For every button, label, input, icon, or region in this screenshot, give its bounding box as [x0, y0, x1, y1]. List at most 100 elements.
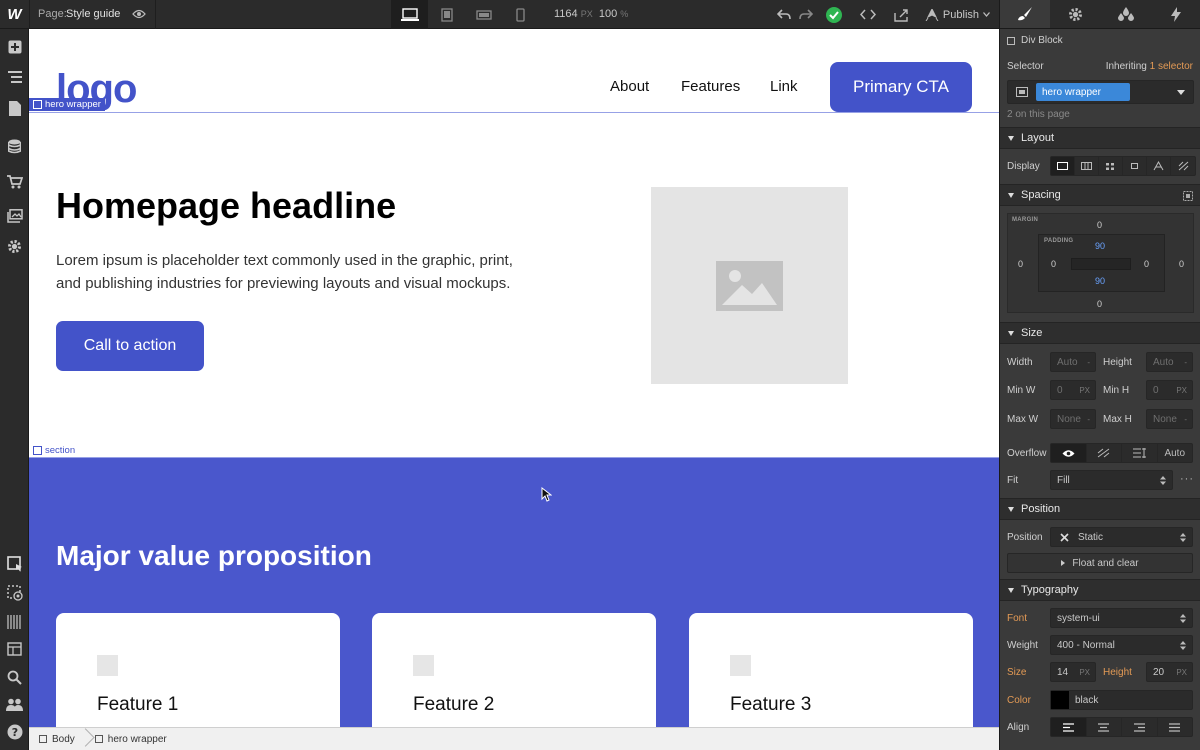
- fit-select[interactable]: Fill: [1050, 470, 1173, 490]
- spacing-section-header[interactable]: Spacing: [1000, 184, 1200, 206]
- feature-card-3[interactable]: Feature 3: [689, 613, 973, 727]
- hero-wrapper[interactable]: Homepage headline Lorem ipsum is placeho…: [29, 113, 999, 458]
- align-right-icon[interactable]: [1122, 718, 1158, 736]
- design-canvas[interactable]: logo About Features Link Primary CTA Hom…: [29, 29, 999, 727]
- margin-bottom-value[interactable]: 0: [1097, 299, 1102, 309]
- position-section-header[interactable]: Position: [1000, 498, 1200, 520]
- width-unit: PX: [580, 9, 593, 19]
- primary-cta-button[interactable]: Primary CTA: [830, 62, 972, 112]
- drops-icon[interactable]: [1101, 0, 1151, 28]
- typography-section-header[interactable]: Typography: [1000, 579, 1200, 601]
- preview-icon[interactable]: [5, 583, 24, 602]
- spacing-expand-icon[interactable]: [1183, 191, 1193, 201]
- padding-bottom-value[interactable]: 90: [1095, 276, 1105, 286]
- hero-wrapper-badge[interactable]: hero wrapper: [29, 98, 105, 111]
- code-icon[interactable]: [851, 0, 885, 29]
- caret-down-icon[interactable]: [1177, 90, 1185, 95]
- call-to-action-button[interactable]: Call to action: [56, 321, 204, 371]
- overflow-scroll-icon[interactable]: [1122, 444, 1158, 462]
- hero-image-placeholder[interactable]: [651, 187, 848, 384]
- selector-field[interactable]: hero wrapper: [1007, 80, 1194, 104]
- layout-section-header[interactable]: Layout: [1000, 127, 1200, 149]
- section-badge[interactable]: section: [29, 444, 79, 457]
- weight-select[interactable]: 400 - Normal: [1050, 635, 1193, 655]
- display-inline-icon[interactable]: [1147, 157, 1171, 175]
- size-section-header[interactable]: Size: [1000, 322, 1200, 344]
- add-panel-icon[interactable]: [5, 37, 24, 56]
- users-icon[interactable]: [5, 695, 24, 714]
- color-swatch[interactable]: [1051, 691, 1069, 709]
- nav-link-link[interactable]: Link: [770, 78, 798, 95]
- tablet-icon[interactable]: [428, 0, 465, 29]
- undo-icon[interactable]: [773, 0, 795, 29]
- color-input[interactable]: black: [1050, 690, 1193, 710]
- cms-icon[interactable]: [5, 137, 24, 156]
- webflow-logo[interactable]: W: [0, 0, 29, 29]
- navbar: logo About Features Link Primary CTA: [29, 29, 999, 113]
- max-width-input[interactable]: None -: [1050, 409, 1096, 429]
- breakpoint-switcher: [391, 0, 539, 29]
- bolt-icon[interactable]: [1151, 0, 1200, 28]
- height-input[interactable]: Auto -: [1146, 352, 1193, 372]
- max-height-input[interactable]: None -: [1146, 409, 1193, 429]
- padding-top-value[interactable]: 90: [1095, 241, 1105, 251]
- align-justify-icon[interactable]: [1158, 718, 1193, 736]
- overflow-visible-icon[interactable]: [1051, 444, 1087, 462]
- position-value: Static: [1078, 531, 1104, 543]
- inheriting-selector-link[interactable]: selector: [1158, 61, 1193, 72]
- layout-preview-icon[interactable]: [5, 640, 24, 659]
- font-size-input[interactable]: 14 PX: [1050, 662, 1096, 682]
- export-icon[interactable]: [885, 0, 919, 29]
- navigator-icon[interactable]: [5, 67, 24, 86]
- min-height-input[interactable]: 0 PX: [1146, 380, 1193, 400]
- margin-left-value[interactable]: 0: [1018, 259, 1023, 269]
- line-height-input[interactable]: 20 PX: [1146, 662, 1193, 682]
- overflow-auto-option[interactable]: Auto: [1158, 444, 1193, 462]
- desktop-icon[interactable]: [391, 0, 428, 29]
- redo-icon[interactable]: [795, 0, 817, 29]
- selector-tag-hero-wrapper[interactable]: hero wrapper: [1036, 83, 1130, 101]
- font-select[interactable]: system-ui: [1050, 608, 1193, 628]
- eye-icon[interactable]: [130, 5, 148, 23]
- gear-icon[interactable]: [1050, 0, 1100, 28]
- display-grid-icon[interactable]: [1099, 157, 1123, 175]
- phone-icon[interactable]: [502, 0, 539, 29]
- search-icon[interactable]: [5, 668, 24, 687]
- float-and-clear-toggle[interactable]: Float and clear: [1007, 553, 1193, 573]
- more-options-icon[interactable]: ···: [1180, 473, 1194, 485]
- breadcrumb-hero-wrapper[interactable]: hero wrapper: [85, 728, 177, 750]
- canvas-dimensions[interactable]: 1164 PX 100 %: [554, 8, 628, 20]
- overflow-hidden-icon[interactable]: [1087, 444, 1122, 462]
- margin-right-value[interactable]: 0: [1179, 259, 1184, 269]
- settings-icon[interactable]: [5, 237, 24, 256]
- display-flex-icon[interactable]: [1075, 157, 1099, 175]
- align-center-icon[interactable]: [1087, 718, 1122, 736]
- min-width-input[interactable]: 0 PX: [1050, 380, 1096, 400]
- nav-link-about[interactable]: About: [610, 78, 649, 95]
- align-left-icon[interactable]: [1051, 718, 1087, 736]
- position-select[interactable]: Static: [1050, 527, 1193, 547]
- padding-right-value[interactable]: 0: [1144, 259, 1149, 269]
- width-input[interactable]: Auto -: [1050, 352, 1096, 372]
- brush-icon[interactable]: [1000, 0, 1051, 28]
- publish-button[interactable]: Publish: [919, 8, 1000, 21]
- landscape-phone-icon[interactable]: [465, 0, 502, 29]
- margin-top-value[interactable]: 0: [1097, 220, 1102, 230]
- select-tool-icon[interactable]: [5, 554, 24, 573]
- grid-overlay-icon[interactable]: [5, 612, 24, 631]
- feature-card-1[interactable]: Feature 1: [56, 613, 340, 727]
- padding-left-value[interactable]: 0: [1051, 259, 1056, 269]
- nav-link-features[interactable]: Features: [681, 78, 740, 95]
- assets-icon[interactable]: [5, 206, 24, 225]
- cart-icon[interactable]: [5, 172, 24, 191]
- value-section[interactable]: Major value proposition Feature 1 Featur…: [29, 458, 999, 727]
- display-block-icon[interactable]: [1051, 157, 1075, 175]
- display-inline-block-icon[interactable]: [1123, 157, 1147, 175]
- check-icon[interactable]: [817, 0, 851, 29]
- pages-icon[interactable]: [5, 99, 24, 118]
- feature-card-2[interactable]: Feature 2: [372, 613, 656, 727]
- display-none-icon[interactable]: [1171, 157, 1195, 175]
- page-selector[interactable]: Style guide: [66, 8, 120, 20]
- help-icon[interactable]: ?: [5, 722, 24, 741]
- breadcrumb-body[interactable]: Body: [29, 728, 85, 750]
